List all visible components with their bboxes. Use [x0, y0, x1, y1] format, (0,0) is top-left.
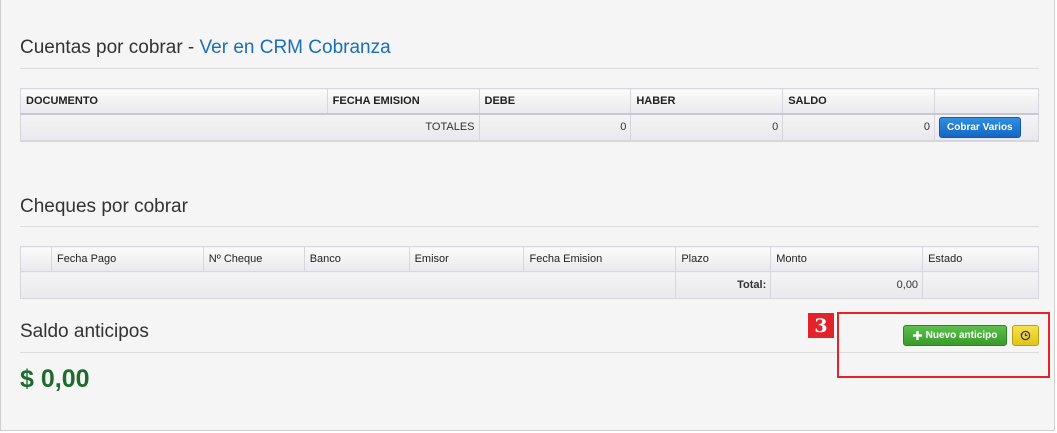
totals-row: Total: 0,00	[19, 271, 1039, 299]
haber-total: 0	[630, 113, 784, 142]
col-banco[interactable]: Banco	[303, 246, 410, 272]
divider	[20, 226, 1039, 227]
col-haber[interactable]: HABER	[630, 88, 784, 115]
anticipos-title: Saldo anticipos	[20, 321, 149, 342]
totals-row: TOTALES 0 0 0 Cobrar Varios	[20, 113, 1039, 142]
saldo-total: 0	[782, 113, 936, 142]
empty-cell	[19, 271, 677, 299]
col-fecha-emision[interactable]: FECHA EMISION	[326, 88, 480, 115]
cobrar-cell: Cobrar Varios	[934, 113, 1039, 142]
col-monto[interactable]: Monto	[770, 246, 924, 272]
cuentas-table: DOCUMENTO FECHA EMISION DEBE HABER SALDO…	[20, 88, 1039, 142]
divider	[20, 68, 1039, 69]
estado-empty	[922, 271, 1039, 299]
col-actions	[934, 88, 1039, 115]
col-saldo[interactable]: SALDO	[782, 88, 936, 115]
col-select	[20, 246, 52, 272]
col-fecha-pago[interactable]: Fecha Pago	[50, 246, 204, 272]
table-header-row: Fecha Pago Nº Cheque Banco Emisor Fecha …	[20, 246, 1039, 272]
annotation-box	[837, 312, 1050, 378]
annotation-number: 3	[808, 313, 834, 338]
cuentas-title-text: Cuentas por cobrar -	[20, 37, 200, 58]
table-header-row: DOCUMENTO FECHA EMISION DEBE HABER SALDO	[20, 88, 1039, 115]
cheques-title: Cheques por cobrar	[20, 196, 188, 217]
cuentas-title: Cuentas por cobrar - Ver en CRM Cobranza	[20, 37, 391, 59]
col-plazo[interactable]: Plazo	[675, 246, 772, 272]
col-documento[interactable]: DOCUMENTO	[20, 88, 328, 115]
crm-cobranza-link[interactable]: Ver en CRM Cobranza	[200, 37, 391, 58]
main-panel: Cuentas por cobrar - Ver en CRM Cobranza…	[0, 0, 1055, 431]
monto-total: 0,00	[770, 271, 924, 299]
cobrar-varios-button[interactable]: Cobrar Varios	[939, 116, 1021, 138]
anticipos-amount: $ 0,00	[20, 365, 90, 393]
col-debe[interactable]: DEBE	[478, 88, 632, 115]
cheques-table: Fecha Pago Nº Cheque Banco Emisor Fecha …	[19, 246, 1039, 299]
col-fecha-emision[interactable]: Fecha Emision	[523, 246, 677, 272]
totals-label: TOTALES	[20, 113, 480, 142]
col-estado[interactable]: Estado	[922, 246, 1039, 272]
col-numero-cheque[interactable]: Nº Cheque	[202, 246, 305, 272]
debe-total: 0	[478, 113, 632, 142]
total-label: Total:	[675, 271, 772, 299]
col-emisor[interactable]: Emisor	[408, 246, 525, 272]
